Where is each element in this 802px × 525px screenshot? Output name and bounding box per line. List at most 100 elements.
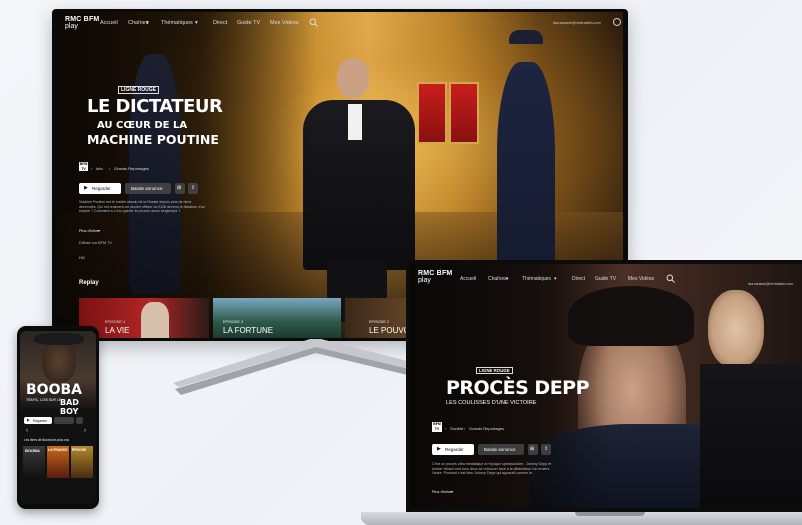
tv-replay-heading: Replay <box>79 280 99 286</box>
tv-program-title-line3: MACHINE POUTINE <box>87 132 219 147</box>
chevron-right-icon: › <box>91 166 93 171</box>
tv-account-email[interactable]: lisa.sarasse@nextradiotv.com <box>553 21 601 25</box>
phone-play-label: Regarder <box>33 418 48 423</box>
phone-screen: BOOBA TRAFIC, LOIS SUR LE BAD BOY ▶ Rega… <box>20 331 96 504</box>
share-icon: ⇪ <box>191 185 196 191</box>
laptop-more-info[interactable]: Plus d'infos <box>432 490 451 494</box>
laptop-hero-woman-face <box>708 290 764 368</box>
phone-program-title: BOOBA <box>26 382 82 398</box>
tv-replay-card-2[interactable]: EPISODE 3 LA FORTUNE <box>213 298 341 338</box>
tv-hero-guard-right <box>497 62 555 288</box>
tv-navbar: RMC BFM play Accueil Chaînes ▾ Thématiqu… <box>57 12 623 34</box>
phone-poster-3[interactable]: ÉPISODE <box>71 446 93 478</box>
share-button[interactable]: ⇪ <box>188 183 198 194</box>
tv-hero-door-right <box>449 82 479 144</box>
tv-replay-card-3-episode: EPISODE 2 <box>369 320 390 324</box>
play-icon: ▶ <box>27 418 30 422</box>
tv-nav-videos[interactable]: Mes Vidéos <box>270 20 299 26</box>
tv-broadcast-info: Diffusé sur BFM TV <box>79 241 112 245</box>
laptop-hinge-notch <box>575 512 645 516</box>
phone-poster-2[interactable]: LA FRANCE <box>47 446 69 478</box>
tv-hero-door-left <box>417 82 447 144</box>
tv-program-description: Vladimir Poutine est le maître absolu de… <box>79 200 206 213</box>
phone-poster-2-title: LA FRANCE <box>48 448 68 452</box>
laptop-program-description: C'est un procès ultra médiatique à l'épo… <box>432 462 552 475</box>
laptop-logo-line2: play <box>418 277 431 284</box>
tv-breadcrumb-1[interactable]: Info <box>96 166 103 171</box>
tv-play-label: Regarder <box>92 186 111 191</box>
phone-poster-1-title: BOOBA <box>25 448 40 453</box>
laptop-nav-guide[interactable]: Guide TV <box>595 276 616 282</box>
chevron-right-icon: › <box>109 166 111 171</box>
tv-quality-badge: HD <box>79 255 85 260</box>
laptop-program-label: LIGNE ROUGE <box>476 367 513 374</box>
share-icon: ⇪ <box>544 446 549 452</box>
chevron-right-icon: › <box>464 426 466 431</box>
laptop-program-subtitle: LES COULISSES D'UNE VICTOIRE <box>446 400 537 406</box>
tv-channel-logo[interactable]: BFM TV <box>79 162 88 171</box>
tv-logo-line2: play <box>65 23 78 30</box>
phone-hero-cap <box>34 333 84 345</box>
laptop-nav-accueil[interactable]: Accueil <box>460 276 476 282</box>
chevron-right-icon[interactable]: › <box>84 428 86 434</box>
tv-hero-figure-head <box>337 58 369 98</box>
chevron-right-icon: › <box>445 426 447 431</box>
laptop-nav-videos[interactable]: Mes Vidéos <box>628 276 654 282</box>
phone-program-subtitle: TRAFIC, LOIS SUR LE <box>26 398 62 402</box>
tv-nav-accueil[interactable]: Accueil <box>100 20 118 26</box>
tv-hero-overlay <box>57 12 317 338</box>
tv-logo-line1: RMC BFM <box>65 16 100 23</box>
plus-icon: ⊞ <box>177 185 182 191</box>
tv-nav-thematiques[interactable]: Thématiques <box>161 20 193 26</box>
chevron-down-icon: ▾ <box>98 228 101 233</box>
tv-program-label: LIGNE ROUGE <box>118 86 160 94</box>
chevron-left-icon[interactable]: ‹ <box>26 428 28 434</box>
laptop-play-button[interactable]: ▶ Regarder <box>432 444 474 455</box>
tv-trailer-button[interactable]: Bande annonce <box>125 183 171 194</box>
search-icon[interactable] <box>666 274 675 283</box>
tv-logo[interactable]: RMC BFM play <box>65 16 99 30</box>
chevron-down-icon: ▾ <box>195 20 198 26</box>
tv-replay-card-1-figure <box>141 302 169 338</box>
tv-more-info[interactable]: Plus d'infos <box>79 229 98 233</box>
tv-breadcrumb-2[interactable]: Grands Reportages <box>114 166 149 171</box>
add-to-list-button[interactable]: ⊞ <box>175 183 185 194</box>
share-button[interactable]: ⇪ <box>541 444 551 455</box>
tv-program-title-line1: LE DICTATEUR <box>87 96 223 117</box>
phone-poster-3-title: ÉPISODE <box>72 448 87 452</box>
laptop-trailer-label: Bande annonce <box>484 447 516 452</box>
phone-play-button[interactable]: ▶ Regarder <box>24 417 52 424</box>
laptop-nav-chaines[interactable]: Chaînes <box>488 276 507 282</box>
add-to-list-button[interactable]: ⊞ <box>528 444 538 455</box>
laptop-breadcrumb-1[interactable]: Société <box>450 426 463 431</box>
tv-nav-guide[interactable]: Guide TV <box>237 20 260 26</box>
laptop-nav-direct[interactable]: Direct <box>572 276 585 282</box>
phone-hero-figure <box>42 339 76 383</box>
search-icon[interactable] <box>309 18 318 27</box>
laptop-hero-woman-body <box>700 364 802 508</box>
tv-nav-direct[interactable]: Direct <box>213 20 227 26</box>
laptop-trailer-button[interactable]: Bande annonce <box>478 444 524 455</box>
chevron-down-icon: ▾ <box>554 276 557 282</box>
phone-poster-1[interactable]: BOOBA <box>23 446 45 478</box>
tv-replay-card-1-title: LA VIE <box>105 326 130 335</box>
laptop-channel-logo[interactable]: BFM TV <box>432 422 442 432</box>
tv-replay-card-2-title: LA FORTUNE <box>223 326 274 335</box>
chevron-down-icon: ▾ <box>506 276 509 282</box>
tv-program-title-line2: AU CŒUR DE LA <box>97 120 188 131</box>
tv-replay-card-2-episode: EPISODE 3 <box>223 320 244 324</box>
laptop-nav-thematiques[interactable]: Thématiques <box>522 276 551 282</box>
tv-hero-figure-shirt <box>348 104 362 140</box>
laptop-logo-line1: RMC BFM <box>418 270 453 277</box>
phone-section-heading: Les titres de Booba les plus vus <box>24 438 70 442</box>
avatar-icon[interactable] <box>613 18 621 26</box>
laptop-logo[interactable]: RMC BFM play <box>418 270 452 284</box>
tv-replay-card-1-episode: EPISODE 4 <box>105 320 126 324</box>
add-to-list-button[interactable] <box>76 417 83 424</box>
laptop-program-title: PROCÈS DEPP <box>446 377 590 399</box>
phone-trailer-button[interactable] <box>54 417 74 424</box>
laptop-breadcrumb-2[interactable]: Grands Reportages <box>469 426 504 431</box>
laptop-account-email[interactable]: lisa.sarasse@nextradiotv.com <box>748 282 793 286</box>
chevron-down-icon: ▾ <box>146 20 149 26</box>
tv-play-button[interactable]: ▶ Regarder <box>79 183 121 194</box>
